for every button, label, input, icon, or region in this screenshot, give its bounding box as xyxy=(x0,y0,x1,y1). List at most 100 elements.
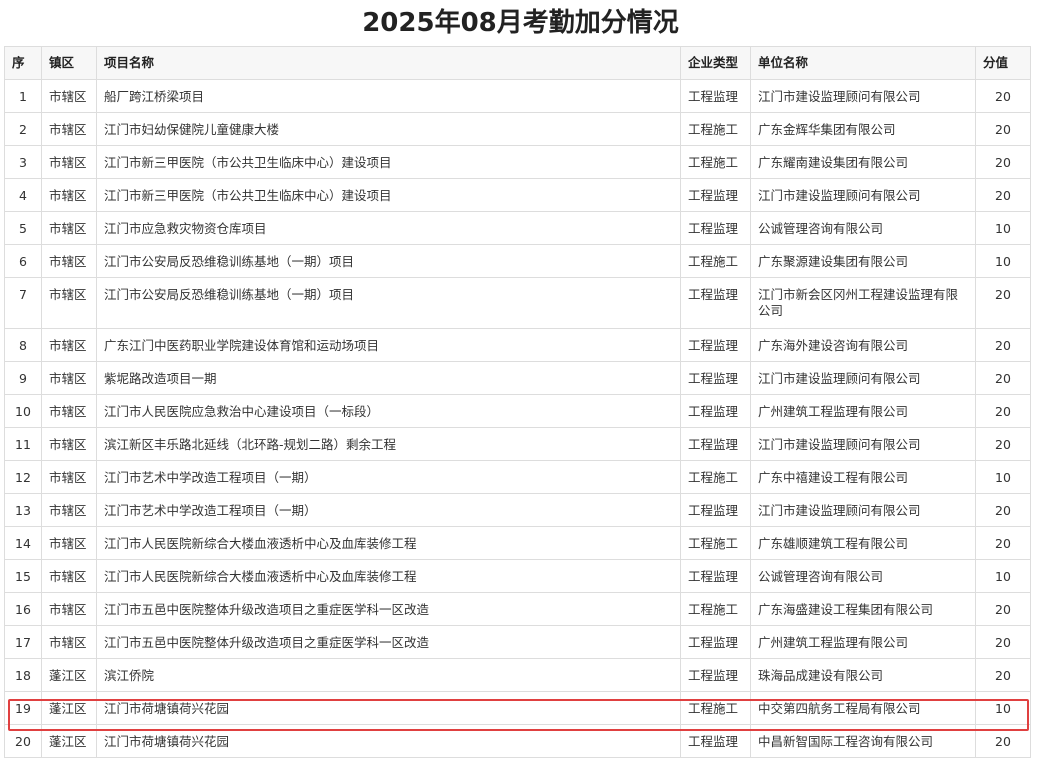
cell-district: 蓬江区 xyxy=(41,724,97,758)
cell-company: 广东雄顺建筑工程有限公司 xyxy=(750,526,976,560)
cell-company: 广东海外建设咨询有限公司 xyxy=(750,328,976,362)
cell-district: 市辖区 xyxy=(41,145,97,179)
cell-project: 船厂跨江桥梁项目 xyxy=(96,79,681,113)
cell-project: 江门市荷塘镇荷兴花园 xyxy=(96,724,681,758)
table-row: 13 市辖区 江门市艺术中学改造工程项目（一期） 工程监理 江门市建设监理顾问有限公司 2… xyxy=(4,493,1031,527)
cell-type: 工程施工 xyxy=(680,691,751,725)
cell-district: 市辖区 xyxy=(41,244,97,278)
cell-district: 市辖区 xyxy=(41,328,97,362)
table-row: 20 蓬江区 江门市荷塘镇荷兴花园 工程监理 中昌新智国际工程咨询有限公司 20 xyxy=(4,724,1031,758)
cell-score: 20 xyxy=(975,277,1031,329)
cell-seq: 10 xyxy=(4,394,42,428)
cell-score: 20 xyxy=(975,592,1031,626)
attendance-score-table: 序 镇区 项目名称 企业类型 单位名称 分值 1 市辖区 船厂跨江桥梁项目 工程监理江… xyxy=(4,46,1031,758)
cell-seq: 20 xyxy=(4,724,42,758)
cell-seq: 16 xyxy=(4,592,42,626)
cell-company: 中交第四航务工程局有限公司 xyxy=(750,691,976,725)
cell-company: 江门市建设监理顾问有限公司 xyxy=(750,178,976,212)
cell-district: 市辖区 xyxy=(41,493,97,527)
cell-project: 江门市妇幼保健院儿童健康大楼 xyxy=(96,112,681,146)
cell-project: 江门市荷塘镇荷兴花园 xyxy=(96,691,681,725)
cell-score: 20 xyxy=(975,112,1031,146)
cell-type: 工程监理 xyxy=(680,658,751,692)
cell-score: 20 xyxy=(975,526,1031,560)
cell-district: 市辖区 xyxy=(41,427,97,461)
cell-score: 20 xyxy=(975,79,1031,113)
table-row: 16 市辖区 江门市五邑中医院整体升级改造项目之重症医学科一区改造 工程施工 广东海盛建… xyxy=(4,592,1031,626)
table-row: 12 市辖区 江门市艺术中学改造工程项目（一期） 工程施工 广东中禧建设工程有限公司 10 xyxy=(4,460,1031,494)
cell-seq: 11 xyxy=(4,427,42,461)
cell-district: 市辖区 xyxy=(41,625,97,659)
cell-project: 江门市艺术中学改造工程项目（一期） xyxy=(96,493,681,527)
cell-score: 20 xyxy=(975,658,1031,692)
cell-score: 10 xyxy=(975,691,1031,725)
cell-score: 20 xyxy=(975,328,1031,362)
cell-type: 工程施工 xyxy=(680,145,751,179)
cell-project: 江门市人民医院新综合大楼血液透析中心及血库装修工程 xyxy=(96,526,681,560)
cell-type: 工程监理 xyxy=(680,178,751,212)
cell-district: 市辖区 xyxy=(41,277,97,329)
cell-project: 江门市人民医院应急救治中心建设项目（一标段） xyxy=(96,394,681,428)
cell-company: 江门市建设监理顾问有限公司 xyxy=(750,361,976,395)
header-district: 镇区 xyxy=(41,46,97,80)
table-row: 4 市辖区 江门市新三甲医院（市公共卫生临床中心）建设项目 工程监理 江门市建设监理顾问… xyxy=(4,178,1031,212)
cell-company: 广东中禧建设工程有限公司 xyxy=(750,460,976,494)
cell-company: 公诚管理咨询有限公司 xyxy=(750,559,976,593)
table-row: 3 市辖区 江门市新三甲医院（市公共卫生临床中心）建设项目 工程施工 广东耀南建设集团有… xyxy=(4,145,1031,179)
cell-district: 市辖区 xyxy=(41,361,97,395)
cell-project: 江门市五邑中医院整体升级改造项目之重症医学科一区改造 xyxy=(96,592,681,626)
cell-type: 工程施工 xyxy=(680,592,751,626)
cell-score: 20 xyxy=(975,178,1031,212)
cell-score: 20 xyxy=(975,724,1031,758)
cell-score: 20 xyxy=(975,145,1031,179)
cell-district: 市辖区 xyxy=(41,394,97,428)
cell-company: 广州建筑工程监理有限公司 xyxy=(750,625,976,659)
cell-district: 蓬江区 xyxy=(41,658,97,692)
cell-project: 江门市应急救灾物资仓库项目 xyxy=(96,211,681,245)
cell-score: 20 xyxy=(975,625,1031,659)
cell-company: 江门市建设监理顾问有限公司 xyxy=(750,79,976,113)
cell-seq: 14 xyxy=(4,526,42,560)
cell-seq: 5 xyxy=(4,211,42,245)
cell-company: 公诚管理咨询有限公司 xyxy=(750,211,976,245)
cell-type: 工程监理 xyxy=(680,493,751,527)
cell-type: 工程监理 xyxy=(680,559,751,593)
cell-project: 滨江侨院 xyxy=(96,658,681,692)
table-row: 6 市辖区 江门市公安局反恐维稳训练基地（一期）项目 工程施工 广东聚源建设集团有限公司… xyxy=(4,244,1031,278)
cell-district: 市辖区 xyxy=(41,559,97,593)
cell-seq: 3 xyxy=(4,145,42,179)
cell-type: 工程监理 xyxy=(680,277,751,329)
cell-project: 江门市公安局反恐维稳训练基地（一期）项目 xyxy=(96,244,681,278)
cell-company: 广东金辉华集团有限公司 xyxy=(750,112,976,146)
table-header-row: 序 镇区 项目名称 企业类型 单位名称 分值 xyxy=(4,46,1031,80)
cell-company: 中昌新智国际工程咨询有限公司 xyxy=(750,724,976,758)
cell-project: 紫坭路改造项目一期 xyxy=(96,361,681,395)
cell-type: 工程监理 xyxy=(680,328,751,362)
cell-district: 市辖区 xyxy=(41,526,97,560)
cell-company: 广东耀南建设集团有限公司 xyxy=(750,145,976,179)
cell-district: 市辖区 xyxy=(41,112,97,146)
cell-company: 广东聚源建设集团有限公司 xyxy=(750,244,976,278)
cell-project: 江门市新三甲医院（市公共卫生临床中心）建设项目 xyxy=(96,145,681,179)
cell-type: 工程监理 xyxy=(680,427,751,461)
cell-seq: 6 xyxy=(4,244,42,278)
cell-score: 20 xyxy=(975,361,1031,395)
cell-seq: 7 xyxy=(4,277,42,329)
table-row: 17 市辖区 江门市五邑中医院整体升级改造项目之重症医学科一区改造 工程监理 广州建筑工… xyxy=(4,625,1031,659)
cell-type: 工程监理 xyxy=(680,724,751,758)
cell-seq: 17 xyxy=(4,625,42,659)
table-row: 11 市辖区 滨江新区丰乐路北延线（北环路-规划二路）剩余工程 工程监理 江门市建设监理… xyxy=(4,427,1031,461)
header-project: 项目名称 xyxy=(96,46,681,80)
cell-type: 工程施工 xyxy=(680,460,751,494)
cell-seq: 15 xyxy=(4,559,42,593)
table-row: 19 蓬江区 江门市荷塘镇荷兴花园 工程施工 中交第四航务工程局有限公司 10 xyxy=(4,691,1031,725)
cell-seq: 18 xyxy=(4,658,42,692)
cell-type: 工程施工 xyxy=(680,526,751,560)
table-row: 15 市辖区 江门市人民医院新综合大楼血液透析中心及血库装修工程 工程监理 公诚管理咨询… xyxy=(4,559,1031,593)
table-row: 5 市辖区 江门市应急救灾物资仓库项目 工程监理 公诚管理咨询有限公司 10 xyxy=(4,211,1031,245)
cell-type: 工程监理 xyxy=(680,394,751,428)
cell-company: 珠海品成建设有限公司 xyxy=(750,658,976,692)
cell-company: 广州建筑工程监理有限公司 xyxy=(750,394,976,428)
table-row: 7 市辖区 江门市公安局反恐维稳训练基地（一期）项目 工程监理 江门市新会区冈州工程建设… xyxy=(4,277,1031,329)
table-row: 14 市辖区 江门市人民医院新综合大楼血液透析中心及血库装修工程 工程施工 广东雄顺建筑… xyxy=(4,526,1031,560)
